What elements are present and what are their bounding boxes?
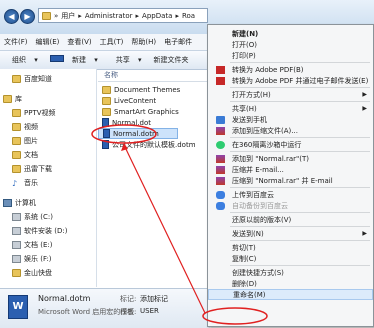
- annotation-circle-file: [91, 124, 157, 144]
- annotation-overlay: [91, 124, 268, 325]
- annotation-circle-rename: [202, 307, 268, 325]
- annotation-arrow-line: [123, 144, 206, 314]
